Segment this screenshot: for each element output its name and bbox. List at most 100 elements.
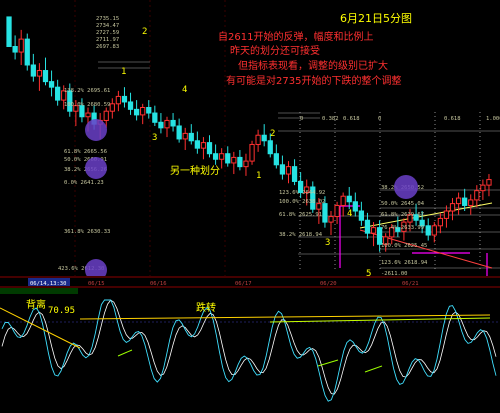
fib-label: 2711.97	[96, 37, 119, 43]
candle-body	[133, 108, 140, 116]
marker-circle	[85, 119, 107, 141]
annotation-line-4: 有可能是对2735开始的下跌的整个调整	[226, 74, 401, 87]
divergence-label: 背离	[26, 298, 46, 311]
x-axis: 06/14,13:30 06/15 06/16 06/17 06/20 06/21	[0, 276, 500, 287]
chart-title: 6月21日5分图	[340, 12, 412, 25]
candle-body	[455, 197, 462, 205]
candle-body	[109, 103, 115, 112]
candle-body	[200, 142, 207, 149]
candle-body	[462, 197, 468, 206]
fib-ratio: 0	[300, 116, 303, 122]
candle-body	[285, 166, 292, 175]
candle-body	[18, 38, 24, 53]
marker-circle	[394, 175, 418, 199]
candle-body	[237, 156, 243, 168]
candle-body	[474, 190, 480, 201]
x-tick-label: 06/16	[150, 281, 167, 287]
candle-body	[6, 16, 12, 48]
fib-label: 61.8% 2665.56	[64, 149, 107, 155]
fib-label: 361.8% 2630.33	[64, 229, 110, 235]
fib-label: 61.8% 2625.91	[279, 212, 322, 218]
candle-body	[42, 70, 49, 83]
candle-body	[328, 216, 334, 223]
wave-label: 2	[270, 129, 275, 139]
candle-body	[30, 64, 36, 77]
fib-ratio: 1.000	[486, 116, 500, 122]
x-tick-label: 06/21	[402, 281, 419, 287]
candle-body	[152, 112, 158, 123]
candle-body	[206, 142, 213, 155]
fib-label: 2734.47	[96, 23, 119, 29]
candle-body	[219, 153, 225, 160]
chart-stage: 138.2% 2695.61 100.0% 2680.59 61.8% 2665.5…	[0, 0, 500, 413]
fib-label: 2727.59	[96, 30, 119, 36]
candle-body	[358, 210, 365, 221]
candle-body	[334, 204, 340, 218]
candle-body	[437, 217, 443, 227]
candle-body	[24, 38, 30, 66]
wave-label: 4	[347, 209, 352, 219]
candle-body	[231, 156, 237, 164]
candle-body	[55, 86, 61, 101]
candle-body	[291, 166, 298, 182]
fib-label: 138.2% 2695.61	[64, 88, 110, 94]
wave-label: 3	[152, 133, 157, 143]
candle-body	[449, 203, 456, 212]
annotation-line-2: 昨天的划分还可接受	[230, 44, 320, 57]
candle-body	[48, 81, 55, 88]
candle-body	[255, 134, 261, 145]
fib-label: 100.0% 2625.45	[381, 243, 427, 249]
indicator-value: 70.95	[48, 306, 75, 316]
candle-body	[443, 210, 450, 219]
candle-body	[176, 125, 182, 140]
candle-body	[140, 107, 146, 116]
candle-body	[261, 134, 267, 142]
candle-body	[322, 203, 328, 223]
fib-label: 0.0% 2641.23	[64, 180, 104, 186]
candle-body	[158, 121, 164, 129]
candle-body	[127, 101, 134, 110]
x-tick-label: 06/20	[320, 281, 337, 287]
fib-ratio: 0.618	[343, 116, 360, 122]
candle-body	[170, 119, 176, 127]
wave-label: 1	[121, 67, 126, 77]
candle-body	[121, 95, 128, 103]
annotation-line-1: 自2611开始的反弹，幅度和比例上	[218, 30, 373, 43]
x-tick-label: 06/15	[88, 281, 105, 287]
candle-body	[103, 110, 109, 121]
candle-body	[194, 140, 200, 149]
candle-body	[182, 132, 188, 140]
fib-ratio: 0.382	[322, 116, 339, 122]
fib-label: 2735.15	[96, 16, 119, 22]
candle-body	[267, 140, 273, 155]
fib-label: 50.0% 2645.04	[381, 201, 425, 207]
candle-body	[346, 195, 352, 203]
candle-body	[115, 95, 122, 105]
fib-label: 100.0% 2638.02	[279, 199, 325, 205]
candle-body	[12, 46, 18, 53]
candle-body	[243, 160, 249, 168]
candle-body	[212, 153, 219, 160]
candle-body	[85, 112, 91, 118]
alt-count-label: 另一种划分	[170, 164, 220, 177]
fib-ratio: 0.618	[444, 116, 461, 122]
candle-body	[273, 153, 279, 166]
fib-label: 123.6% 2618.94	[381, 260, 428, 266]
candle-body	[468, 199, 474, 206]
candle-body	[340, 195, 346, 206]
candle-body	[364, 219, 371, 234]
wave-label: 3	[325, 238, 330, 248]
reversal-label: 跌转	[196, 301, 216, 314]
candle-body	[431, 225, 437, 236]
x-tick-label: 06/17	[235, 281, 252, 287]
annotation-line-3: 但指标表现看，调整的级别已扩大	[238, 59, 388, 72]
fib-label: 38.2% 2618.94	[279, 232, 323, 238]
candle-body	[36, 70, 43, 77]
wave-label: 4	[182, 85, 187, 95]
candle-body	[279, 164, 286, 175]
x-tick-label: 06/14,13:30	[30, 281, 66, 287]
fib-label: 2697.83	[96, 44, 119, 50]
candle-body	[249, 143, 255, 162]
candle-body	[425, 225, 431, 236]
candle-body	[486, 179, 492, 186]
